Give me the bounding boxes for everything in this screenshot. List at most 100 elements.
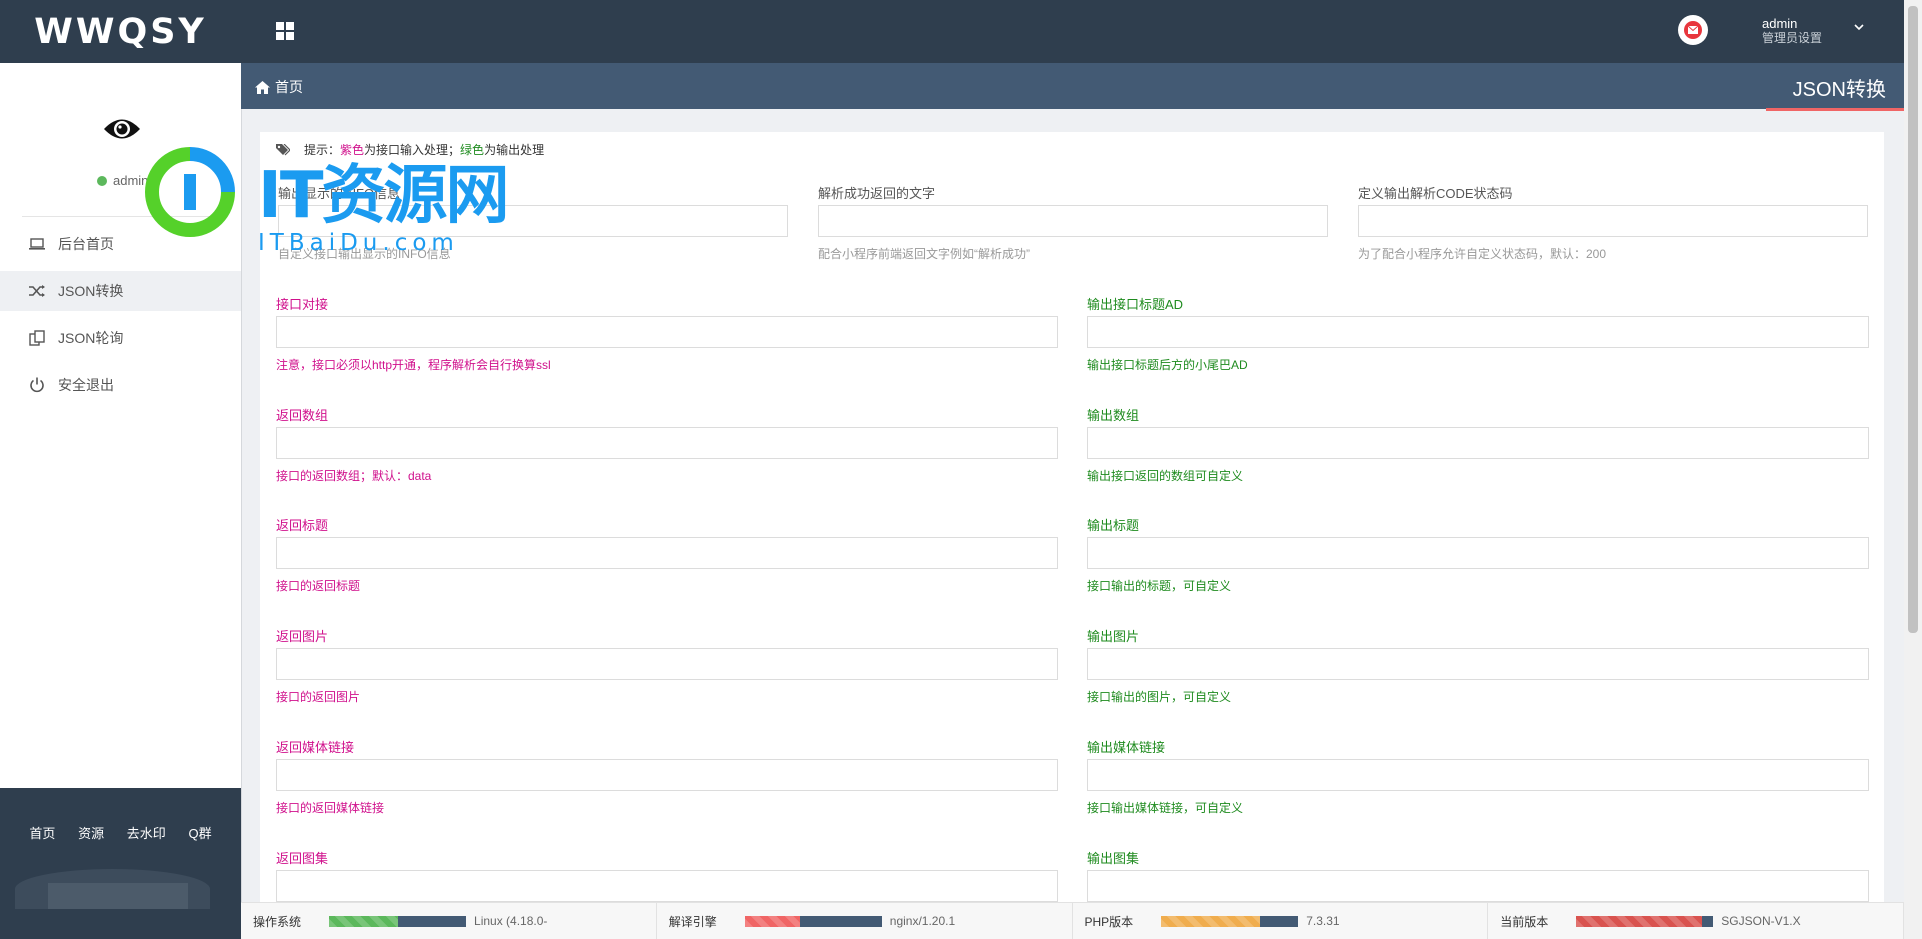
sidebar-item-dashboard[interactable]: 后台首页: [0, 224, 241, 264]
output-gallery-input[interactable]: [1087, 870, 1869, 902]
output-gallery-field-group: 输出图集: [1087, 848, 1869, 902]
mail-button[interactable]: [1678, 15, 1708, 45]
return-image-field-group: 返回图片 接口的返回图片: [276, 626, 1058, 705]
code-field-group: 定义输出解析CODE状态码 为了配合小程序允许自定义状态码，默认：200: [1358, 183, 1868, 262]
return-image-label: 返回图片: [276, 629, 329, 644]
output-title-input[interactable]: [1087, 537, 1869, 569]
api-endpoint-field-group: 接口对接 注意，接口必须以http开通，程序解析会自行换算ssl: [276, 294, 1058, 373]
sidebar-item-logout[interactable]: 安全退出: [0, 365, 241, 405]
online-status: admin: [97, 173, 148, 188]
return-title-input[interactable]: [276, 537, 1058, 569]
info-field-group: 输出显示的INFO信息 自定义接口输出显示的INFO信息: [278, 183, 788, 262]
logo-bar: WWQSY: [0, 0, 241, 63]
output-title-label: 输出标题: [1087, 518, 1140, 533]
api-endpoint-label: 接口对接: [276, 297, 329, 312]
grid-menu-icon[interactable]: [276, 22, 294, 40]
sidebar-username: admin: [113, 173, 149, 188]
status-label: 当前版本: [1500, 914, 1549, 929]
output-title-ad-input[interactable]: [1087, 316, 1869, 348]
code-input[interactable]: [1358, 205, 1868, 237]
return-title-label: 返回标题: [276, 518, 329, 533]
success-text-label: 解析成功返回的文字: [818, 186, 936, 201]
title-underline: [1766, 108, 1904, 111]
app-logo[interactable]: WWQSY: [34, 12, 207, 52]
tip-purple-word: 紫色: [340, 143, 365, 157]
page-scrollbar[interactable]: [1904, 0, 1922, 939]
return-media-label: 返回媒体链接: [276, 740, 355, 755]
status-progress-bar: [1161, 915, 1299, 927]
output-image-label: 输出图片: [1087, 629, 1140, 644]
return-media-field-group: 返回媒体链接 接口的返回媒体链接: [276, 737, 1058, 816]
tags-icon: [276, 143, 290, 155]
user-name: admin: [1762, 16, 1798, 31]
sidebar-item-label: 后台首页: [58, 236, 114, 252]
return-array-label: 返回数组: [276, 408, 329, 423]
status-progress-fill: [744, 915, 800, 927]
return-media-input[interactable]: [276, 759, 1058, 791]
return-array-hint: 接口的返回数组；默认：data: [276, 469, 432, 483]
info-hint: 自定义接口输出显示的INFO信息: [278, 247, 451, 261]
info-input[interactable]: [278, 205, 788, 237]
code-label: 定义输出解析CODE状态码: [1358, 186, 1513, 201]
footer-decoration: [48, 883, 188, 909]
sidebar: WWQSY admin 后台首页 JSON转换 JSON轮询 安全退出 首页 资…: [0, 0, 242, 939]
output-array-input[interactable]: [1087, 427, 1869, 459]
output-title-ad-field-group: 输出接口标题AD 输出接口标题后方的小尾巴AD: [1087, 294, 1869, 373]
profile-panel: admin: [22, 63, 219, 217]
status-progress-fill: [329, 915, 398, 927]
status-label: 解译引擎: [668, 914, 717, 929]
code-hint: 为了配合小程序允许自定义状态码，默认：200: [1358, 247, 1607, 261]
output-array-field-group: 输出数组 输出接口返回的数组可自定义: [1087, 405, 1869, 484]
status-version: 当前版本 SGJSON-V1.X: [1488, 903, 1904, 939]
scrollbar-thumb[interactable]: [1908, 6, 1918, 633]
status-progress-fill: [1576, 915, 1703, 927]
return-array-field-group: 返回数组 接口的返回数组；默认：data: [276, 405, 1058, 484]
status-progress-bar: [1576, 915, 1714, 927]
success-text-input[interactable]: [818, 205, 1328, 237]
footer-link-resources[interactable]: 资源: [78, 823, 104, 842]
user-menu[interactable]: admin 管理员设置: [1762, 16, 1822, 46]
status-php: PHP版本 7.3.31: [1073, 903, 1489, 939]
api-endpoint-hint: 注意，接口必须以http开通，程序解析会自行换算ssl: [276, 358, 551, 372]
tip-line: 提示： 紫色 为接口输入处理； 绿色 为输出处理: [276, 141, 544, 158]
status-bar: 操作系统 Linux (4.18.0- 解译引擎 nginx/1.20.1 PH…: [241, 902, 1904, 939]
clipboard-icon: [29, 330, 45, 346]
user-role: 管理员设置: [1762, 31, 1823, 45]
footer-link-qq-group[interactable]: Q群: [189, 823, 212, 842]
tip-green-text: 为输出处理: [484, 143, 545, 157]
footer-link-home[interactable]: 首页: [29, 823, 55, 842]
output-array-label: 输出数组: [1087, 408, 1140, 423]
sidebar-item-label: 安全退出: [58, 377, 114, 393]
return-image-hint: 接口的返回图片: [276, 690, 361, 704]
eye-icon: [104, 119, 140, 139]
laptop-icon: [29, 238, 45, 250]
success-text-hint: 配合小程序前端返回文字例如“解析成功”: [818, 247, 1030, 261]
output-title-hint: 接口输出的标题，可自定义: [1087, 579, 1232, 593]
page-title: JSON转换: [1792, 79, 1886, 101]
return-gallery-input[interactable]: [276, 870, 1058, 902]
breadcrumb[interactable]: 首页: [255, 77, 303, 97]
output-image-field-group: 输出图片 接口输出的图片，可自定义: [1087, 626, 1869, 705]
envelope-icon: [1684, 21, 1702, 39]
sidebar-item-json-convert[interactable]: JSON转换: [0, 271, 241, 311]
output-media-input[interactable]: [1087, 759, 1869, 791]
return-image-input[interactable]: [276, 648, 1058, 680]
info-label: 输出显示的INFO信息: [278, 186, 401, 201]
output-title-field-group: 输出标题 接口输出的标题，可自定义: [1087, 515, 1869, 594]
status-engine: 解译引擎 nginx/1.20.1: [657, 903, 1073, 939]
tip-prefix: 提示：: [304, 143, 341, 157]
output-title-ad-hint: 输出接口标题后方的小尾巴AD: [1087, 358, 1248, 372]
breadcrumb-home: 首页: [275, 79, 303, 95]
output-media-label: 输出媒体链接: [1087, 740, 1166, 755]
api-endpoint-input[interactable]: [276, 316, 1058, 348]
sidebar-item-label: JSON转换: [58, 283, 124, 299]
chevron-down-icon[interactable]: [1853, 22, 1865, 32]
return-title-hint: 接口的返回标题: [276, 579, 361, 593]
output-media-hint: 接口输出媒体链接，可自定义: [1087, 801, 1244, 815]
return-array-input[interactable]: [276, 427, 1058, 459]
output-image-input[interactable]: [1087, 648, 1869, 680]
status-label: 操作系统: [253, 914, 302, 929]
footer-link-watermark[interactable]: 去水印: [127, 823, 166, 842]
status-progress-fill: [1161, 915, 1260, 927]
sidebar-item-json-poll[interactable]: JSON轮询: [0, 318, 241, 358]
